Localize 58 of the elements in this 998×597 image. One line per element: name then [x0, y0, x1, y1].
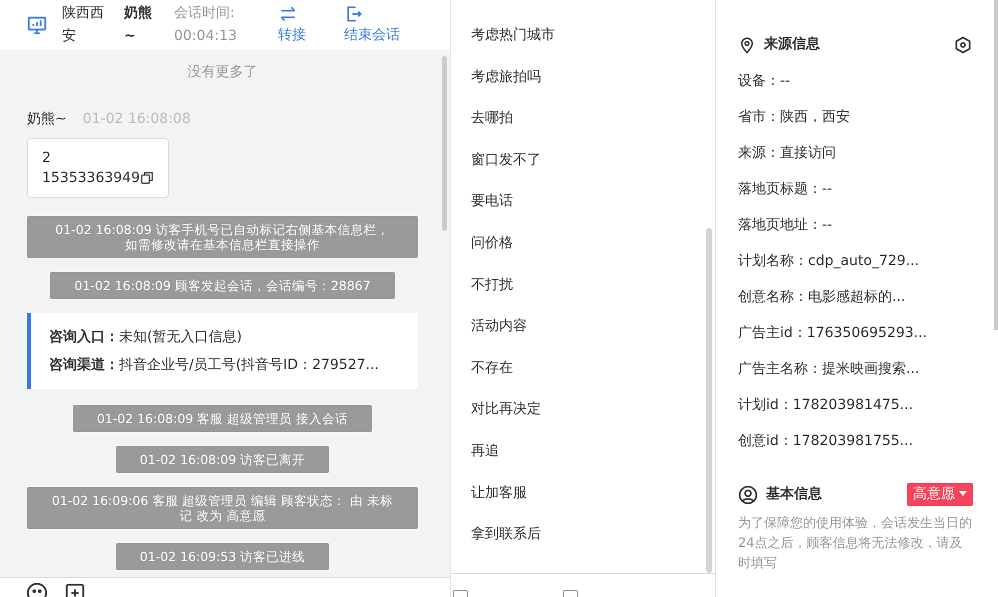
- quick-reply-item[interactable]: 去哪拍: [471, 107, 715, 149]
- quick-reply-item[interactable]: 考虑旅拍吗: [471, 66, 715, 108]
- info-field: 落地页地址：--: [738, 207, 973, 243]
- timer-label: 会话时间:: [174, 4, 236, 23]
- location-text: 陕西西安: [62, 4, 105, 46]
- system-message: 01-02 16:08:09 顾客发起会话，会话编号：28867: [50, 272, 395, 299]
- quick-reply-item[interactable]: 不存在: [471, 356, 715, 398]
- end-session-button[interactable]: 结束会话: [344, 4, 400, 46]
- scrollbar[interactable]: [442, 56, 447, 231]
- timer-value: 00:04:13: [174, 27, 238, 46]
- hexagon-nut-icon[interactable]: [953, 34, 973, 54]
- info-label: 咨询入口：: [49, 329, 119, 345]
- info-field: 来源：直接访问: [738, 135, 973, 171]
- monitor-icon: [26, 14, 48, 36]
- quick-reply-item[interactable]: 不打扰: [471, 274, 715, 316]
- info-value: 未知(暂无入口信息): [119, 329, 242, 345]
- system-message: 01-02 16:08:09 访客手机号已自动标记右侧基本信息栏，如需修改请在基本信息栏直接操作: [27, 216, 418, 258]
- transfer-button[interactable]: 转接: [278, 4, 306, 46]
- info-field: 落地页标题：--: [738, 171, 973, 207]
- quick-reply-item[interactable]: 要电话: [471, 190, 715, 232]
- visitor-name: 奶熊~: [124, 4, 153, 46]
- info-field: 计划名称：cdp_auto_729...: [738, 243, 973, 279]
- copy-icon[interactable]: [140, 171, 154, 185]
- info-field: 创意id：178203981755...: [738, 423, 973, 459]
- system-message: 01-02 16:09:53 访客已进线: [116, 543, 330, 570]
- location-pin-icon: [738, 36, 756, 54]
- caret-icon: [959, 491, 967, 498]
- message-text: 2: [42, 149, 51, 168]
- info-field: 计划id：178203981475...: [738, 387, 973, 423]
- quick-reply-item[interactable]: 让加客服: [471, 482, 715, 524]
- quick-reply-item[interactable]: 拿到联系后: [471, 523, 715, 565]
- quick-reply-item[interactable]: 问价格: [471, 232, 715, 274]
- info-field: 创意名称：电影感超标的...: [738, 279, 973, 315]
- scrollbar[interactable]: [994, 0, 998, 330]
- quick-reply-item[interactable]: 考虑热门城市: [471, 24, 715, 66]
- section-title: 来源信息: [764, 35, 821, 54]
- user-circle-icon: [738, 484, 758, 504]
- info-field: 省市：陕西，西安: [738, 99, 973, 135]
- notice-text: 为了保障您的使用体验，会话发生当日的24点之后，顾客信息将无法修改，请及时填写: [738, 515, 973, 573]
- system-message: 01-02 16:08:09 客服 超级管理员 接入会话: [72, 405, 372, 432]
- sender-name: 奶熊~: [27, 111, 67, 127]
- message-time: 01-02 16:08:08: [82, 111, 191, 127]
- info-label: 咨询渠道：: [49, 357, 119, 373]
- section-title: 基本信息: [766, 485, 823, 504]
- quick-reply-item[interactable]: 窗口发不了: [471, 148, 715, 190]
- quick-reply-item[interactable]: 活动内容: [471, 315, 715, 357]
- info-field: 设备：--: [738, 63, 973, 99]
- scrollbar[interactable]: [706, 228, 712, 573]
- system-message: 01-02 16:08:09 访客已离开: [116, 446, 330, 473]
- info-field: 广告主id：176350695293...: [738, 315, 973, 351]
- message-text: 15353363949: [42, 169, 140, 188]
- info-field: 广告主名称：提米映画搜索...: [738, 351, 973, 387]
- no-more-text: 没有更多了: [186, 63, 258, 82]
- status-dropdown[interactable]: 高意愿: [907, 483, 973, 506]
- quick-reply-item[interactable]: 再追: [471, 440, 715, 482]
- system-message: 01-02 16:09:06 客服 超级管理员 编辑 顾客状态： 由 未标记 改为 高意愿: [27, 487, 418, 529]
- quick-reply-item[interactable]: 对比再决定: [471, 398, 715, 440]
- info-value: 抖音企业号/员工号(抖音号ID：279527...: [119, 357, 379, 373]
